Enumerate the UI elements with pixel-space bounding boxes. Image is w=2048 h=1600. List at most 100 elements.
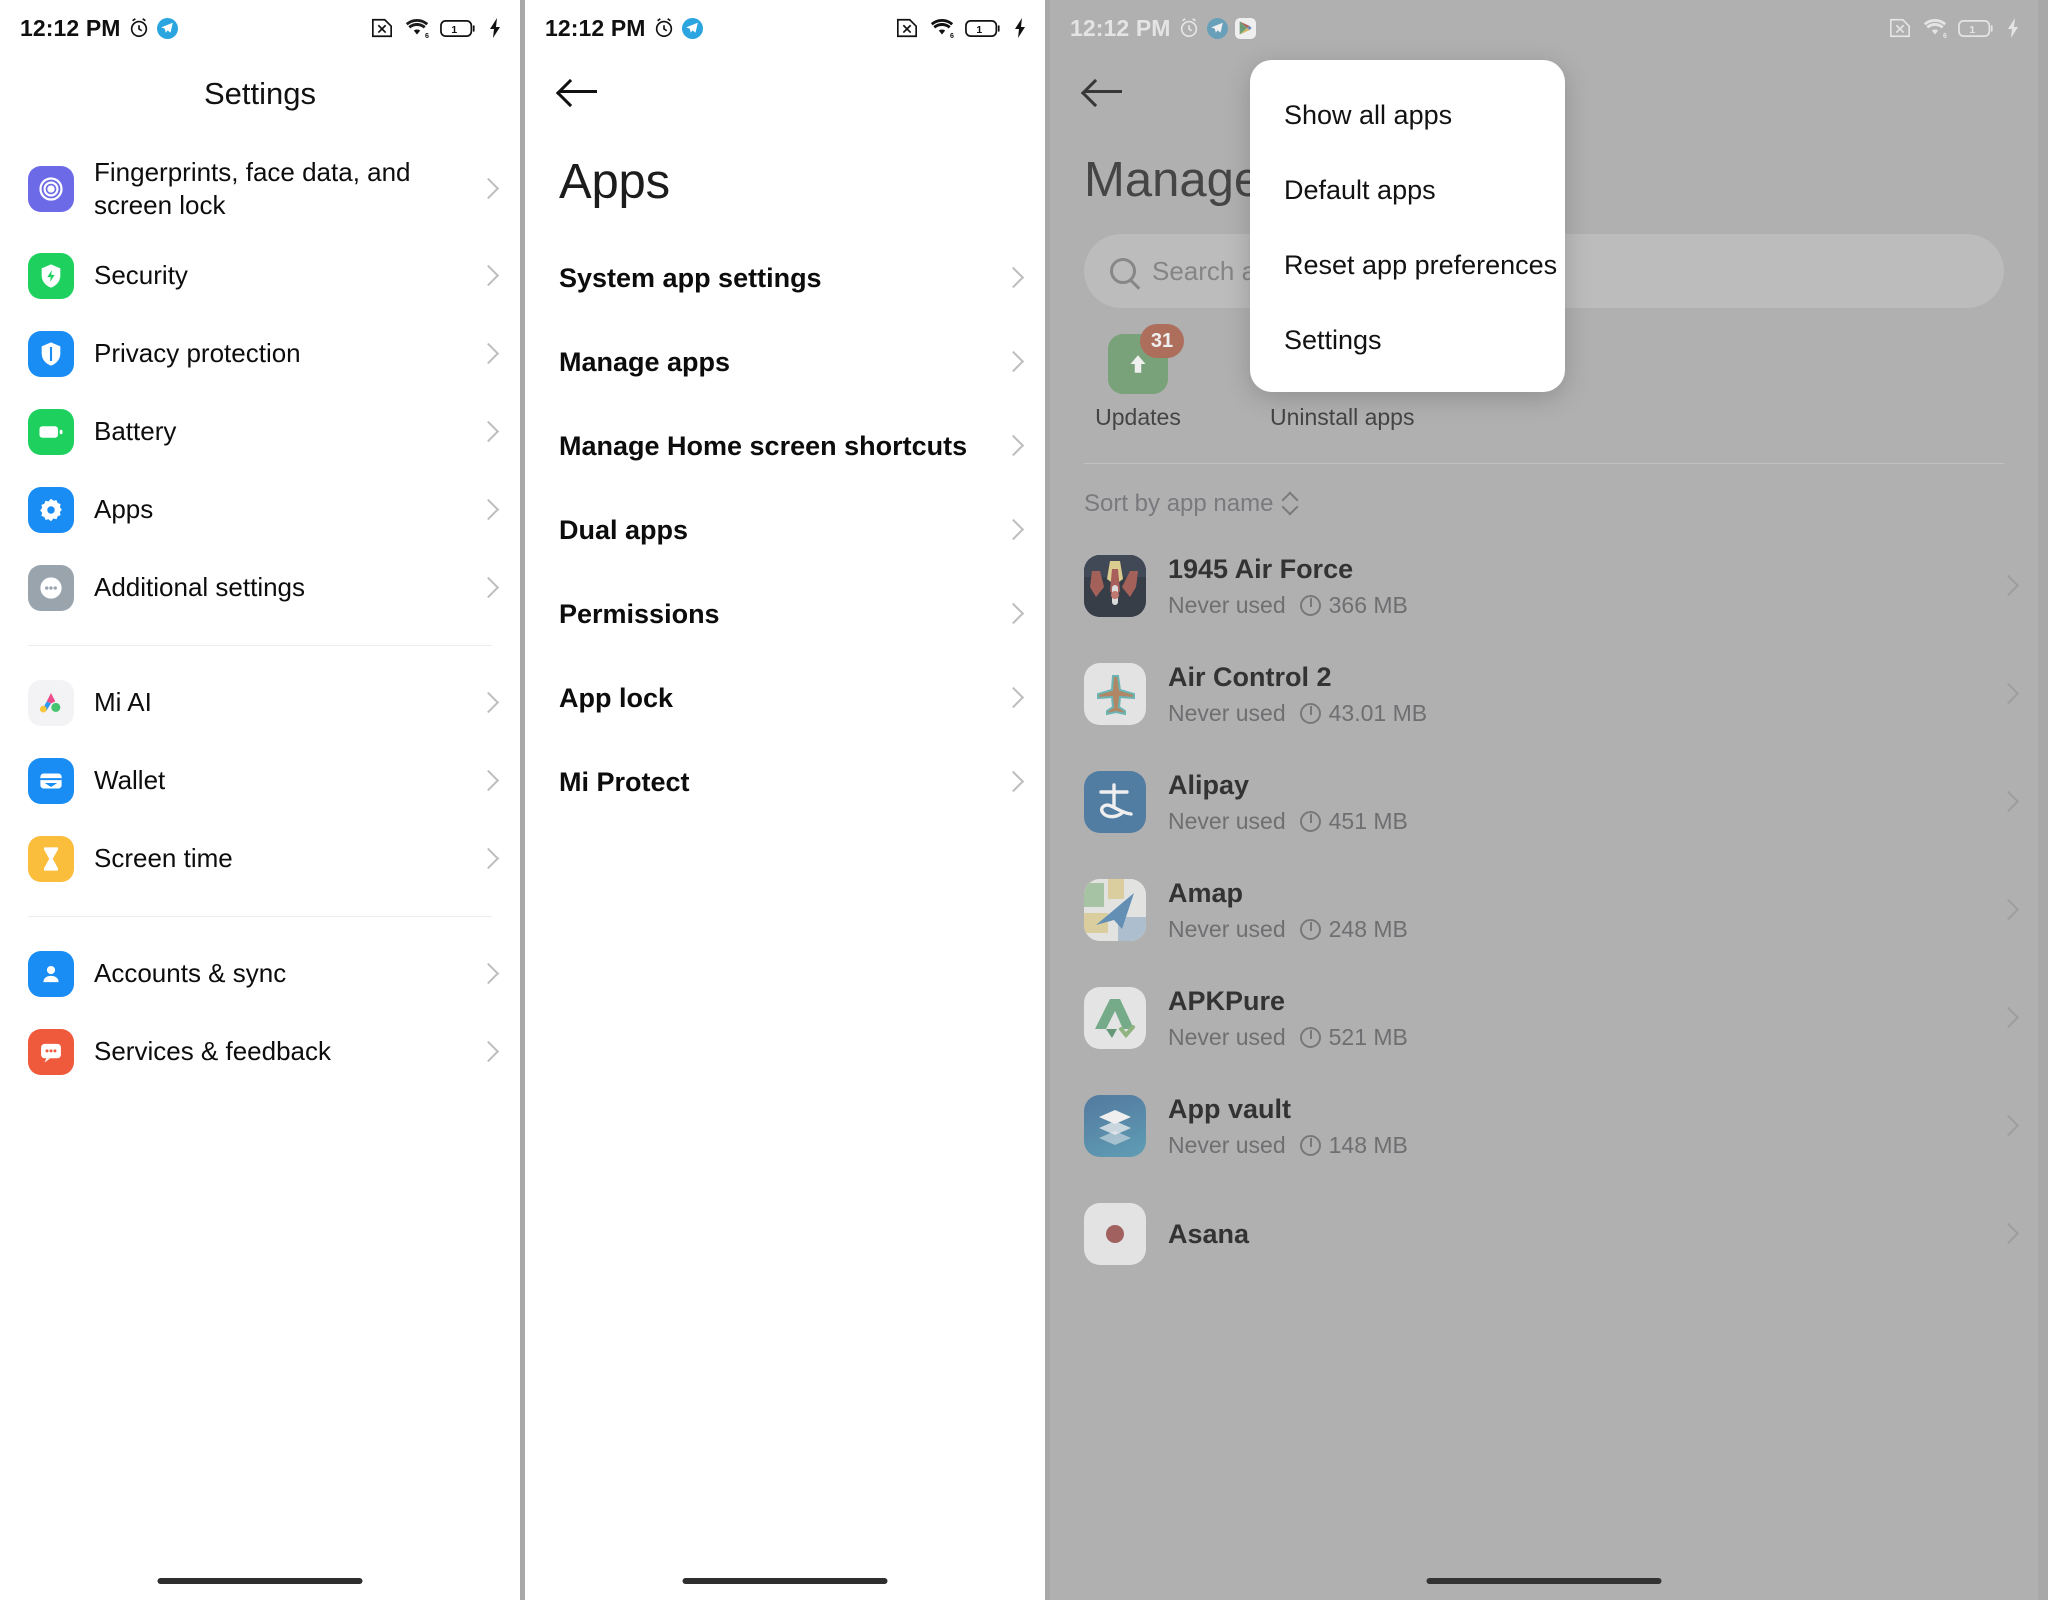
sidebar-item-label: Security: [94, 259, 188, 290]
app-vault-icon: [1084, 1095, 1146, 1157]
app-subtitle: Never used 43.01 MB: [1168, 700, 2000, 727]
storage-pie-icon: [1299, 810, 1321, 832]
sidebar-item-screen-time[interactable]: Screen time: [0, 820, 520, 898]
chevron-right-icon: [480, 845, 496, 873]
app-size-wrap: 521 MB: [1299, 1024, 1408, 1051]
chevron-right-icon: [1005, 684, 1021, 712]
sidebar-item-label: Screen time: [94, 842, 233, 873]
asana-icon: [1084, 1203, 1146, 1265]
list-item[interactable]: Air Control 2 Never used 43.01 MB: [1050, 640, 2038, 748]
svg-text:6: 6: [425, 33, 429, 39]
app-meta: APKPure Never used 521 MB: [1168, 985, 2000, 1050]
menu-item-settings[interactable]: Settings: [1250, 303, 1565, 378]
app-size: 148 MB: [1328, 1131, 1408, 1158]
svg-text:1: 1: [976, 25, 982, 36]
home-indicator: [157, 1578, 363, 1584]
back-arrow-icon: [559, 78, 599, 104]
menu-item-app-lock[interactable]: App lock: [525, 656, 1045, 740]
app-size-wrap: 43.01 MB: [1299, 700, 1427, 727]
chevron-right-icon: [480, 960, 496, 988]
storage-pie-icon: [1299, 702, 1321, 724]
menu-item-mi-protect[interactable]: Mi Protect: [525, 740, 1045, 824]
menu-item-reset-app-preferences[interactable]: Reset app preferences: [1250, 228, 1565, 303]
menu-item-default-apps[interactable]: Default apps: [1250, 153, 1565, 228]
app-meta: App vault Never used 148 MB: [1168, 1093, 2000, 1158]
list-item[interactable]: App vault Never used 148 MB: [1050, 1072, 2038, 1180]
status-time: 12:12 PM: [545, 14, 646, 41]
wifi-6-icon: 6: [1922, 17, 1948, 39]
menu-item-manage-home-screen-shortcuts[interactable]: Manage Home screen shortcuts: [525, 404, 1045, 488]
sidebar-item-wallet[interactable]: Wallet: [0, 742, 520, 820]
shield-bolt-icon: [28, 252, 74, 299]
back-arrow-icon: [1084, 78, 1124, 104]
sort-button[interactable]: Sort by app name: [1050, 464, 2038, 532]
page-title: Settings: [203, 76, 316, 111]
battery-icon: 1: [965, 18, 1003, 39]
chevron-right-icon: [1005, 348, 1021, 376]
app-name: APKPure: [1168, 986, 1286, 1017]
app-last-used: Never used: [1168, 699, 1286, 726]
sidebar-item-label: Additional settings: [94, 571, 306, 602]
fingerprint-icon: [28, 166, 74, 213]
sidebar-item-label: Services & feedback: [94, 1035, 332, 1066]
back-button[interactable]: [525, 56, 1045, 128]
sidebar-item-apps[interactable]: Apps: [0, 471, 520, 549]
list-item[interactable]: Alipay Never used 451 MB: [1050, 748, 2038, 856]
app-name: 1945 Air Force: [1168, 554, 1354, 585]
phone-screen-manage-apps: 12:12 PM 6 1 Manage apps Search 31 Updat…: [1050, 0, 2038, 1600]
list-item[interactable]: Asana: [1050, 1180, 2038, 1288]
amap-icon: [1084, 879, 1146, 941]
app-last-used: Never used: [1168, 591, 1286, 618]
settings-group-2: Mi AI Wallet Screen time: [0, 646, 520, 916]
game-1945-icon: [1084, 555, 1146, 617]
app-meta: Amap Never used 248 MB: [1168, 877, 2000, 942]
sidebar-item-mi-ai[interactable]: Mi AI: [0, 664, 520, 742]
menu-item-permissions[interactable]: Permissions: [525, 572, 1045, 656]
sidebar-item-accounts-sync[interactable]: Accounts & sync: [0, 935, 520, 1013]
app-name: App vault: [1168, 1094, 1292, 1125]
menu-item-dual-apps[interactable]: Dual apps: [525, 488, 1045, 572]
menu-item-label: App lock: [559, 682, 674, 713]
sidebar-item-battery[interactable]: Battery: [0, 393, 520, 471]
list-item[interactable]: 1945 Air Force Never used 366 MB: [1050, 532, 2038, 640]
status-bar-left: 12:12 PM: [545, 15, 703, 42]
sidebar-item-security[interactable]: Security: [0, 237, 520, 315]
sidebar-item-privacy-protection[interactable]: Privacy protection: [0, 315, 520, 393]
alarm-clock-icon: [128, 17, 150, 39]
settings-group-1: Fingerprints, face data, and screen lock…: [0, 124, 520, 645]
gear-flower-icon: [28, 486, 74, 533]
chevron-right-icon: [1005, 432, 1021, 460]
chevron-right-icon: [1005, 516, 1021, 544]
quick-action-updates[interactable]: 31 Updates: [1084, 324, 1192, 431]
sim-off-icon: [370, 17, 394, 39]
sidebar-item-label: Mi AI: [94, 686, 152, 717]
status-time: 12:12 PM: [1070, 14, 1171, 41]
app-size: 248 MB: [1328, 915, 1408, 942]
telegram-icon: [681, 17, 703, 39]
list-item[interactable]: Amap Never used 248 MB: [1050, 856, 2038, 964]
chevron-right-icon: [480, 418, 496, 446]
sidebar-item-label: Fingerprints, face data, and screen lock: [94, 157, 411, 221]
sim-off-icon: [1888, 17, 1912, 39]
app-last-used: Never used: [1168, 1023, 1286, 1050]
sidebar-item-additional-settings[interactable]: Additional settings: [0, 549, 520, 627]
menu-item-system-app-settings[interactable]: System app settings: [525, 236, 1045, 320]
chevron-right-icon: [480, 574, 496, 602]
chevron-right-icon: [2000, 788, 2016, 816]
chevron-right-icon: [480, 262, 496, 290]
app-name: Alipay: [1168, 770, 1250, 801]
menu-item-manage-apps[interactable]: Manage apps: [525, 320, 1045, 404]
sidebar-item-label: Wallet: [94, 764, 166, 795]
wifi-6-icon: 6: [404, 17, 430, 39]
chevron-right-icon: [1005, 600, 1021, 628]
menu-item-label: Mi Protect: [559, 766, 690, 797]
sort-label: Sort by app name: [1084, 490, 1274, 517]
svg-text:1: 1: [1969, 25, 1975, 36]
sidebar-item-services-feedback[interactable]: Services & feedback: [0, 1013, 520, 1091]
quick-action-label: Updates: [1095, 404, 1181, 430]
sidebar-item-fingerprints[interactable]: Fingerprints, face data, and screen lock: [0, 142, 520, 237]
menu-item-show-all-apps[interactable]: Show all apps: [1250, 78, 1565, 153]
list-item[interactable]: APKPure Never used 521 MB: [1050, 964, 2038, 1072]
app-subtitle: Never used 451 MB: [1168, 808, 2000, 835]
app-size: 451 MB: [1328, 807, 1408, 834]
